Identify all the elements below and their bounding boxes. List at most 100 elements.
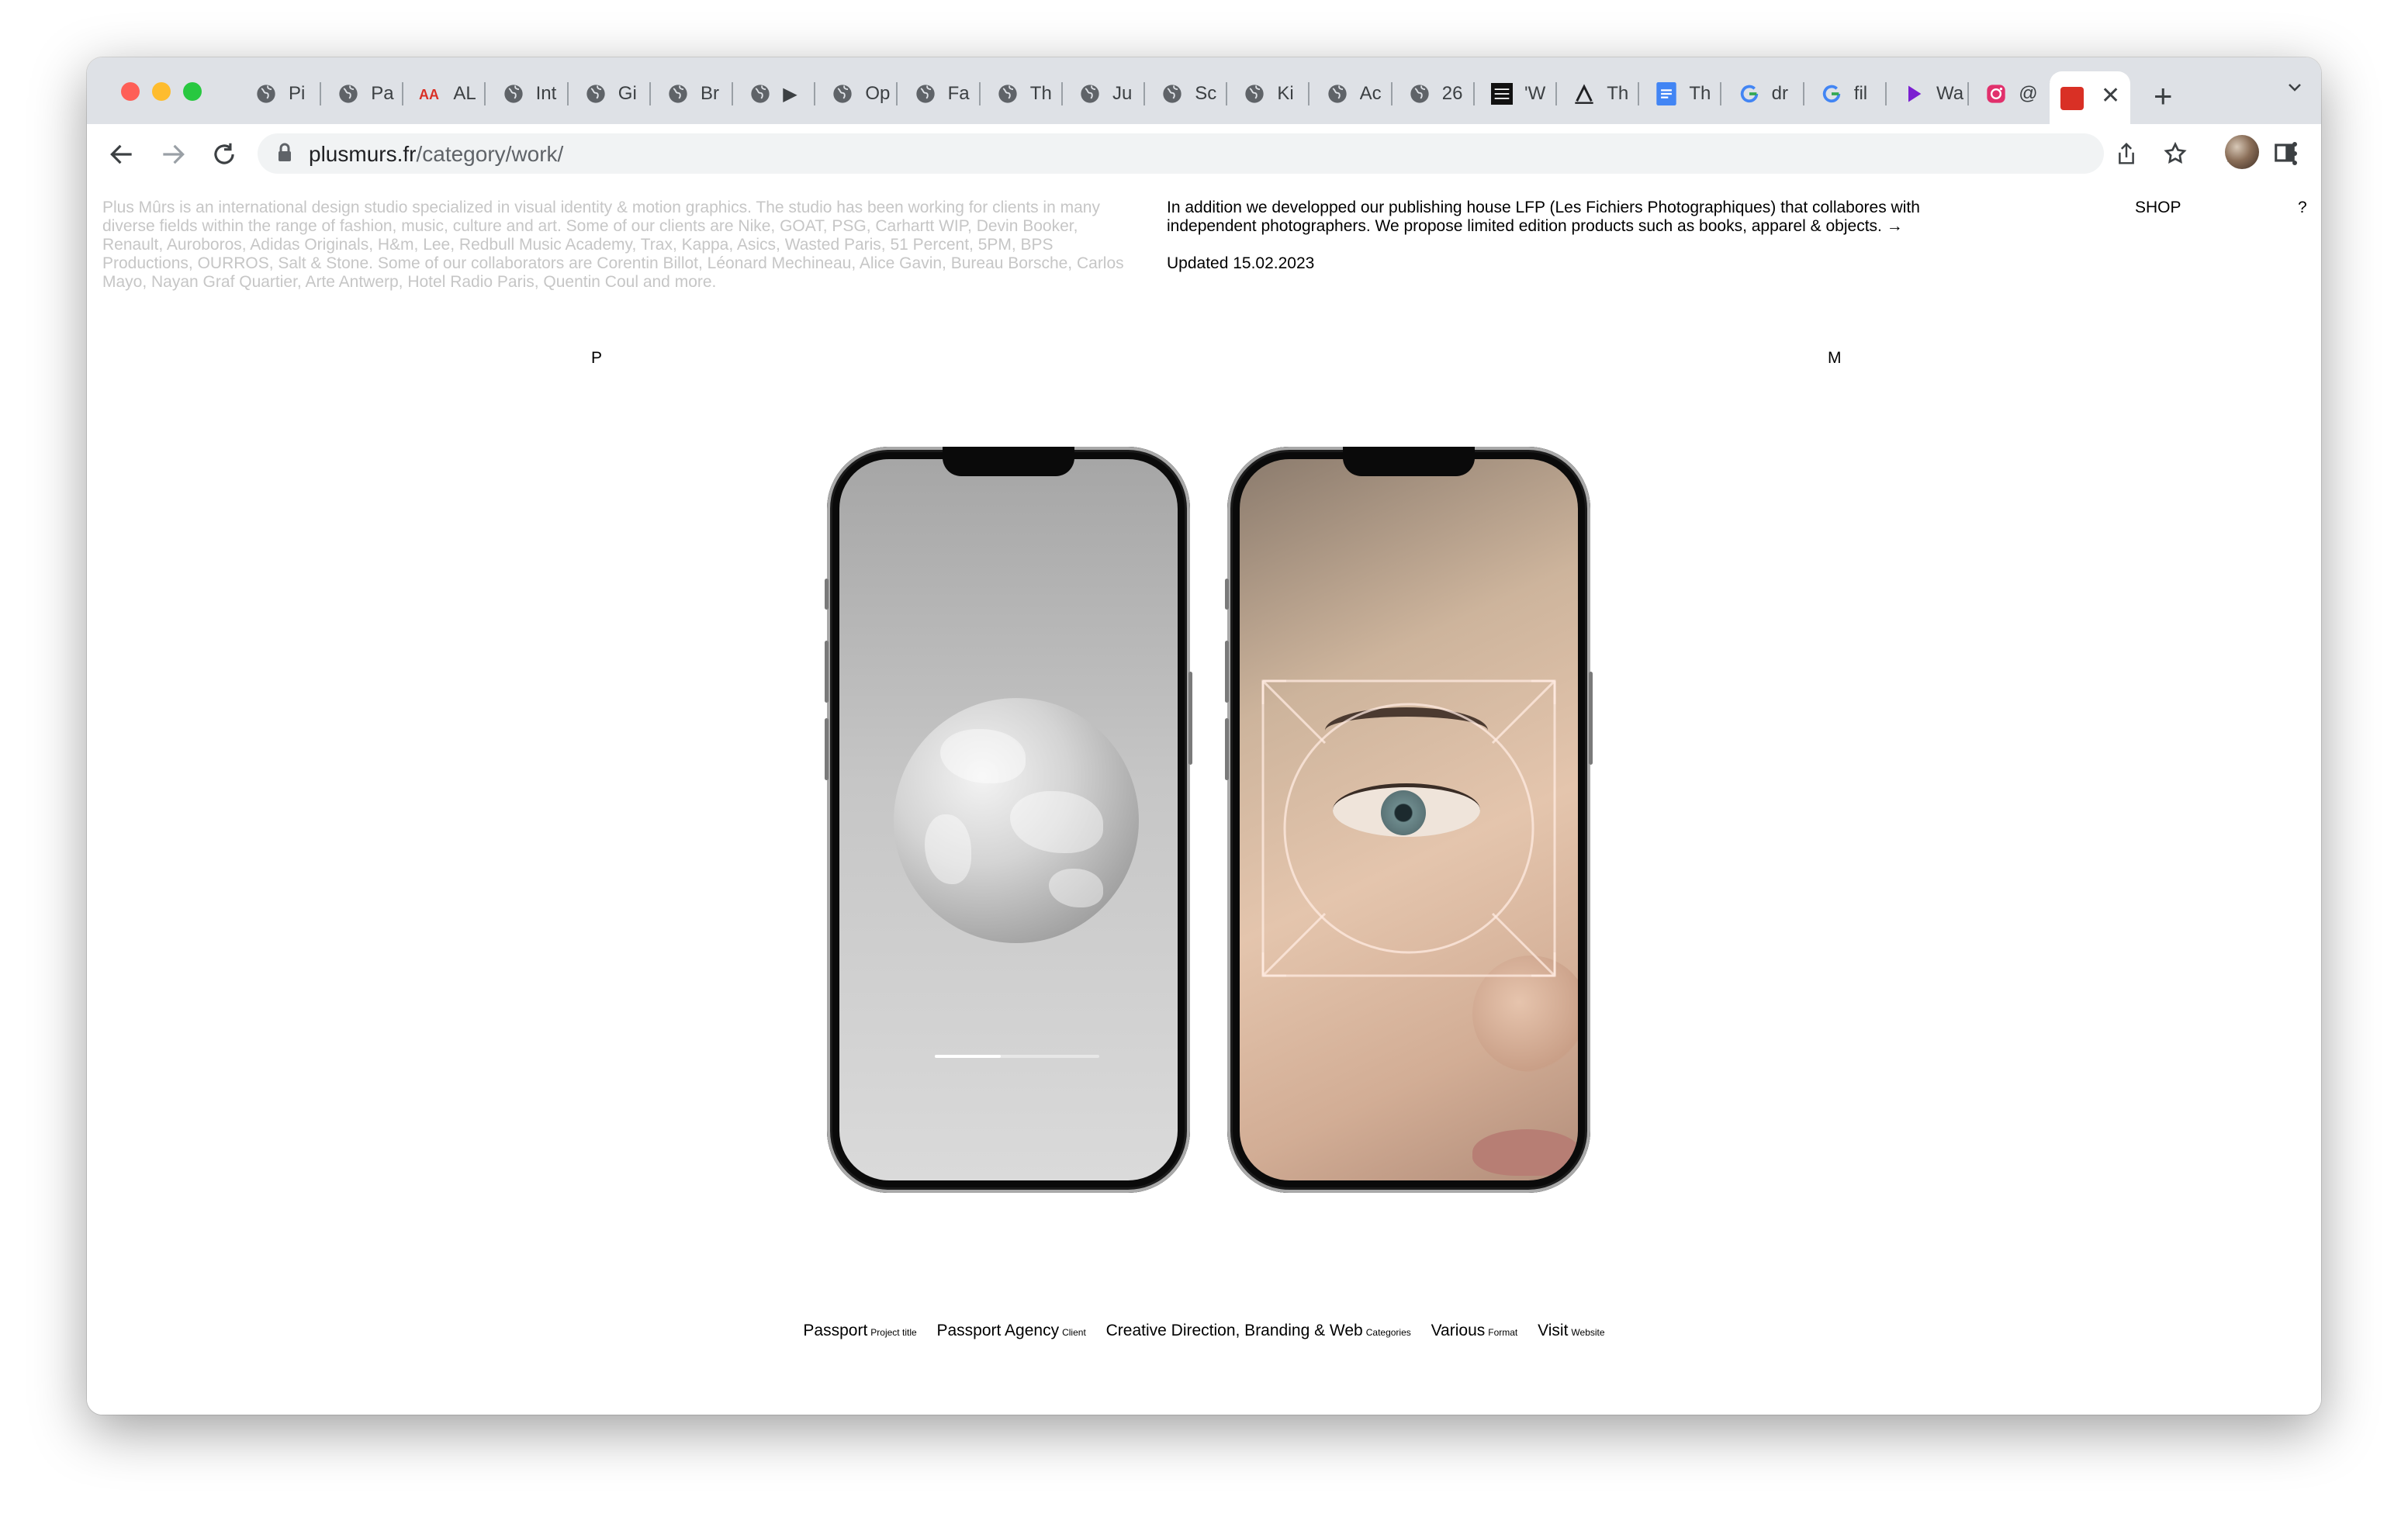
studio-intro-text: Plus Mûrs is an international design stu…: [102, 199, 1124, 291]
kebab-menu-icon[interactable]: [2290, 140, 2299, 168]
browser-tab[interactable]: Ac: [1310, 76, 1393, 112]
phone-volume-down-button: [1225, 718, 1229, 780]
globe-icon: [1243, 82, 1266, 105]
tab-title: Th: [1607, 83, 1629, 104]
tab-title: Th: [1029, 83, 1052, 104]
globe-icon: [337, 82, 360, 105]
profile-avatar[interactable]: [2225, 135, 2259, 169]
url-host: plusmurs.fr: [309, 142, 417, 166]
browser-tab[interactable]: Th: [981, 76, 1063, 112]
project-title-value: Passport: [803, 1322, 868, 1339]
browser-tab[interactable]: Th: [1557, 76, 1640, 112]
project-client: Passport Agency Client: [937, 1322, 1086, 1339]
back-arrow-icon[interactable]: [107, 140, 137, 169]
publishing-link[interactable]: In addition we developped our publishing…: [1167, 199, 1989, 236]
browser-tab[interactable]: @: [1969, 76, 2052, 112]
tab-title: 26: [1441, 83, 1463, 104]
lock-icon: [279, 143, 291, 161]
project-categories-value: Creative Direction, Branding & Web: [1105, 1322, 1363, 1339]
project-info-bar: Passport Project title Passport Agency Cli…: [87, 1322, 2321, 1340]
chevron-down-icon[interactable]: [2285, 78, 2304, 96]
globe-icon: [1161, 82, 1184, 105]
project-categories-label: Categories: [1365, 1327, 1411, 1338]
close-tab-button[interactable]: ✕: [2101, 82, 2120, 109]
browser-tab[interactable]: Fa: [898, 76, 981, 112]
globe-icon: [584, 82, 607, 105]
browser-tab[interactable]: ▶: [733, 76, 816, 112]
tab-title: Wa: [1936, 83, 1964, 104]
browser-tab[interactable]: Ju: [1063, 76, 1145, 112]
project-format-value: Various: [1431, 1322, 1486, 1339]
logo-letter-right: M: [1828, 349, 1842, 367]
browser-window: Pi Pa AA AL Int Gi Br ▶ Op Fa Th Ju Sc Ki Ac 26 'W Th Th dr…: [87, 57, 2321, 1415]
phone-power-button: [1589, 672, 1593, 765]
tab-title: Op: [865, 83, 891, 104]
reload-icon[interactable]: [209, 140, 239, 169]
browser-tab[interactable]: AA AL: [403, 76, 486, 112]
browser-tab[interactable]: Br: [651, 76, 733, 112]
browser-tab[interactable]: Pa: [321, 76, 404, 112]
globe-icon: [1078, 82, 1102, 105]
visit-website-link[interactable]: Visit Website: [1538, 1322, 1604, 1339]
close-window-button[interactable]: [121, 82, 140, 101]
shop-link[interactable]: SHOP: [2135, 199, 2181, 217]
browser-tab[interactable]: Gi: [569, 76, 651, 112]
phone-volume-down-button: [825, 718, 829, 780]
bookmark-star-icon[interactable]: [2163, 141, 2188, 166]
browser-tab[interactable]: Pi: [239, 76, 321, 112]
progress-fill: [935, 1055, 1001, 1058]
tab-title: @: [2019, 83, 2038, 104]
a-logo-icon: [1572, 82, 1596, 105]
tab-title: fil: [1853, 83, 1868, 104]
tab-strip: Pi Pa AA AL Int Gi Br ▶ Op Fa Th Ju Sc Ki Ac 26 'W Th Th dr…: [87, 57, 2321, 124]
tab-title: Pi: [289, 83, 306, 104]
tab-title: Ki: [1277, 83, 1294, 104]
browser-tab[interactable]: 'W: [1475, 76, 1557, 112]
tab-title: Br: [701, 83, 719, 104]
globe-icon: [254, 82, 278, 105]
project-format: Various Format: [1431, 1322, 1518, 1339]
minimize-window-button[interactable]: [152, 82, 171, 101]
new-tab-button[interactable]: +: [2154, 78, 2173, 115]
address-bar[interactable]: plusmurs.fr/category/work/: [258, 133, 2104, 174]
share-icon[interactable]: [2115, 141, 2138, 166]
instagram-icon: [1984, 82, 2008, 105]
browser-tab[interactable]: fil: [1804, 76, 1887, 112]
browser-tab[interactable]: Th: [1639, 76, 1722, 112]
browser-tab[interactable]: dr: [1722, 76, 1804, 112]
url-path: /category/work/: [416, 142, 564, 166]
tab-title: ▶: [783, 83, 797, 105]
browser-tab[interactable]: Sc: [1145, 76, 1228, 112]
browser-tab[interactable]: Ki: [1227, 76, 1310, 112]
tab-active[interactable]: ✕: [2050, 71, 2130, 124]
forward-arrow-icon[interactable]: [158, 140, 188, 169]
browser-tab[interactable]: Wa: [1887, 76, 1969, 112]
tab-title: AL: [453, 83, 476, 104]
phone-mockup-left[interactable]: [825, 447, 1192, 1193]
play-icon: [1902, 82, 1925, 105]
phone-mockup-right[interactable]: [1225, 447, 1593, 1193]
globe-render: [894, 698, 1139, 943]
browser-tab[interactable]: Op: [815, 76, 898, 112]
tab-title: Fa: [947, 83, 970, 104]
globe-icon: [666, 82, 690, 105]
browser-toolbar: plusmurs.fr/category/work/: [87, 124, 2321, 184]
phone-screen-globe: [839, 459, 1178, 1180]
browser-tab[interactable]: 26: [1393, 76, 1475, 112]
tab-title: Gi: [618, 83, 637, 104]
google-docs-icon: [1655, 82, 1678, 105]
help-link[interactable]: ?: [2298, 199, 2307, 217]
visit-link-text[interactable]: Visit: [1538, 1322, 1568, 1339]
project-client-value: Passport Agency: [936, 1322, 1060, 1339]
globe-icon: [1408, 82, 1431, 105]
globe-icon: [831, 82, 854, 105]
logo-letter-left: P: [591, 349, 603, 367]
tab-title: Int: [535, 83, 557, 104]
browser-tab[interactable]: Int: [486, 76, 569, 112]
tab-title: Sc: [1195, 83, 1217, 104]
globe-icon: [749, 82, 772, 105]
tab-title: Th: [1689, 83, 1711, 104]
fullscreen-window-button[interactable]: [183, 82, 202, 101]
globe-icon: [1326, 82, 1349, 105]
project-title: Passport Project title: [803, 1322, 916, 1339]
